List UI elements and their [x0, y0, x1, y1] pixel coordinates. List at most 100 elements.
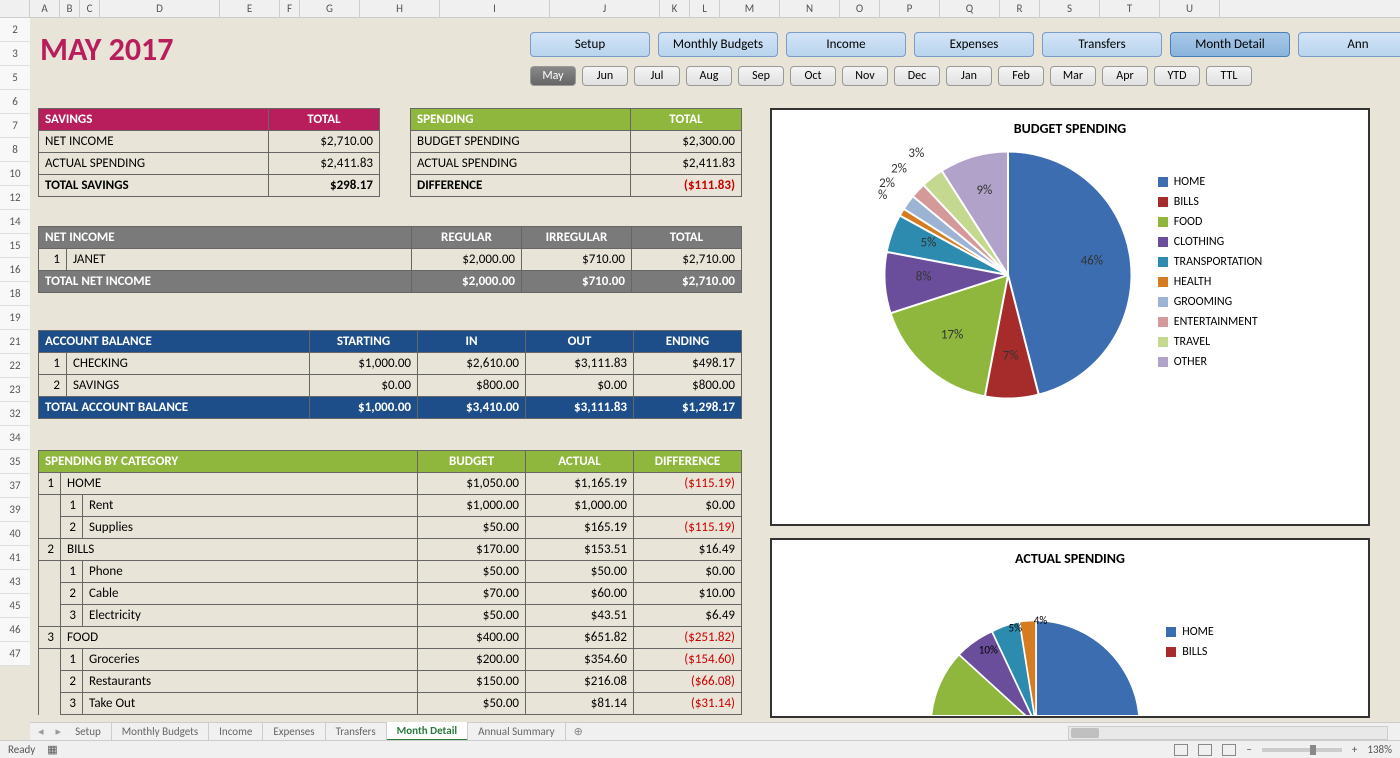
row-header-cell[interactable]: 35: [0, 450, 30, 474]
row-header-cell[interactable]: 41: [0, 546, 30, 570]
row-header-cell[interactable]: 40: [0, 522, 30, 546]
nav-button-ann[interactable]: Ann: [1298, 32, 1400, 57]
table-row: BUDGET SPENDING$2,300.00: [411, 131, 742, 153]
sheet-tab-monthly-budgets[interactable]: Monthly Budgets: [112, 723, 209, 740]
row-header-cell[interactable]: 14: [0, 210, 30, 234]
subcategory-row: 2Cable$70.00$60.00$10.00: [39, 583, 742, 605]
row-header-cell[interactable]: 3: [0, 42, 30, 66]
zoom-handle[interactable]: [1310, 745, 1316, 755]
row-header-cell[interactable]: 34: [0, 426, 30, 450]
zoom-slider[interactable]: [1262, 748, 1342, 752]
legend-item: HOME: [1166, 625, 1214, 639]
month-button-jul[interactable]: Jul: [634, 66, 680, 86]
sheet-tab-setup[interactable]: Setup: [65, 723, 112, 740]
legend-item: HOME: [1158, 175, 1263, 189]
netincome-header-total: TOTAL: [632, 227, 742, 249]
row-header-cell[interactable]: 37: [0, 474, 30, 498]
month-button-ttl[interactable]: TTL: [1206, 66, 1252, 86]
row-header-cell[interactable]: 21: [0, 330, 30, 354]
row-header-cell[interactable]: 8: [0, 138, 30, 162]
legend-item: BILLS: [1158, 195, 1263, 209]
sheet-tab-transfers[interactable]: Transfers: [326, 723, 387, 740]
month-button-ytd[interactable]: YTD: [1154, 66, 1200, 86]
row-header-cell[interactable]: 15: [0, 234, 30, 258]
legend-budget: HOMEBILLSFOODCLOTHINGTRANSPORTATIONHEALT…: [1158, 175, 1263, 375]
spendcat-header: SPENDING BY CATEGORY: [39, 451, 418, 473]
month-button-mar[interactable]: Mar: [1050, 66, 1096, 86]
month-button-apr[interactable]: Apr: [1102, 66, 1148, 86]
row-header-cell[interactable]: 23: [0, 378, 30, 402]
sheet-tab-income[interactable]: Income: [209, 723, 263, 740]
nav-button-month-detail[interactable]: Month Detail: [1170, 32, 1290, 57]
page-break-view-icon[interactable]: [1222, 744, 1236, 756]
row-header-cell[interactable]: 45: [0, 594, 30, 618]
normal-view-icon[interactable]: [1174, 744, 1188, 756]
svg-text:2%: 2%: [879, 176, 895, 191]
sheet-tab-month-detail[interactable]: Month Detail: [387, 722, 468, 741]
table-row: 2SAVINGS$0.00$800.00$0.00$800.00: [39, 375, 742, 397]
add-sheet-button[interactable]: ⊕: [566, 723, 591, 740]
chart-title-actual: ACTUAL SPENDING: [782, 550, 1358, 567]
row-header-cell[interactable]: 12: [0, 186, 30, 210]
netincome-header-irregular: IRREGULAR: [522, 227, 632, 249]
month-button-may[interactable]: May: [530, 66, 576, 86]
zoom-out-icon[interactable]: −: [1246, 743, 1251, 756]
account-balance-table: ACCOUNT BALANCE STARTING IN OUT ENDING 1…: [38, 330, 742, 419]
row-header-cell[interactable]: 5: [0, 66, 30, 90]
legend-item: GROOMING: [1158, 295, 1263, 309]
page-layout-view-icon[interactable]: [1198, 744, 1212, 756]
zoom-in-icon[interactable]: +: [1352, 743, 1357, 756]
row-header-cell[interactable]: 2: [0, 18, 30, 42]
spendcat-header-budget: BUDGET: [418, 451, 526, 473]
row-header-cell[interactable]: 6: [0, 90, 30, 114]
spendcat-header-actual: ACTUAL: [526, 451, 634, 473]
horizontal-scrollbar[interactable]: [1068, 726, 1388, 740]
legend-item: CLOTHING: [1158, 235, 1263, 249]
status-ready: Ready: [8, 743, 35, 756]
month-button-nov[interactable]: Nov: [842, 66, 888, 86]
row-header-cell[interactable]: 32: [0, 402, 30, 426]
nav-button-setup[interactable]: Setup: [530, 32, 650, 57]
month-button-feb[interactable]: Feb: [998, 66, 1044, 86]
row-header-cell[interactable]: 46: [0, 618, 30, 642]
row-header-cell[interactable]: 16: [0, 258, 30, 282]
row-header-cell[interactable]: 10: [0, 162, 30, 186]
tab-nav-prev[interactable]: ▸: [52, 725, 66, 738]
month-button-dec[interactable]: Dec: [894, 66, 940, 86]
row-header-cell[interactable]: 22: [0, 354, 30, 378]
subcategory-row: 1Phone$50.00$50.00$0.00: [39, 561, 742, 583]
spending-header-label: SPENDING: [411, 109, 631, 131]
row-header-cell[interactable]: 43: [0, 570, 30, 594]
column-headers: ABCDEFGHIJKLMNOPQRSTU: [0, 0, 1400, 18]
nav-button-expenses[interactable]: Expenses: [914, 32, 1034, 57]
tab-nav-first[interactable]: ◂: [30, 725, 52, 738]
row-header-cell[interactable]: 18: [0, 282, 30, 306]
month-button-jan[interactable]: Jan: [946, 66, 992, 86]
month-button-aug[interactable]: Aug: [686, 66, 732, 86]
spending-header-total: TOTAL: [631, 109, 742, 131]
nav-button-monthly-budgets[interactable]: Monthly Budgets: [658, 32, 778, 57]
row-header-cell[interactable]: 19: [0, 306, 30, 330]
table-row: ACTUAL SPENDING$2,411.83: [411, 153, 742, 175]
nav-button-transfers[interactable]: Transfers: [1042, 32, 1162, 57]
svg-text:9%: 9%: [976, 183, 992, 198]
row-header-cell[interactable]: 7: [0, 114, 30, 138]
sheet-tab-expenses[interactable]: Expenses: [263, 723, 325, 740]
sheet-tab-annual-summary[interactable]: Annual Summary: [468, 723, 566, 740]
month-button-jun[interactable]: Jun: [582, 66, 628, 86]
subcategory-row: 1Groceries$200.00$354.60($154.60): [39, 649, 742, 671]
row-header-cell[interactable]: 47: [0, 642, 30, 666]
sheet-content: MAY 2017 SetupMonthly BudgetsIncomeExpen…: [30, 18, 1400, 722]
nav-button-income[interactable]: Income: [786, 32, 906, 57]
category-row: 1HOME$1,050.00$1,165.19($115.19): [39, 473, 742, 495]
month-button-oct[interactable]: Oct: [790, 66, 836, 86]
pie-budget: 46%7%17%8%5%1%2%2%3%9%: [878, 145, 1138, 405]
table-row: TOTAL SAVINGS$298.17: [39, 175, 380, 197]
month-button-sep[interactable]: Sep: [738, 66, 784, 86]
scroll-thumb[interactable]: [1071, 728, 1099, 738]
spending-category-table: SPENDING BY CATEGORY BUDGET ACTUAL DIFFE…: [38, 450, 742, 715]
zoom-level[interactable]: 138%: [1367, 743, 1392, 756]
row-header-cell[interactable]: 39: [0, 498, 30, 522]
table-row: 1JANET$2,000.00$710.00$2,710.00: [39, 249, 742, 271]
savings-header-total: TOTAL: [269, 109, 380, 131]
